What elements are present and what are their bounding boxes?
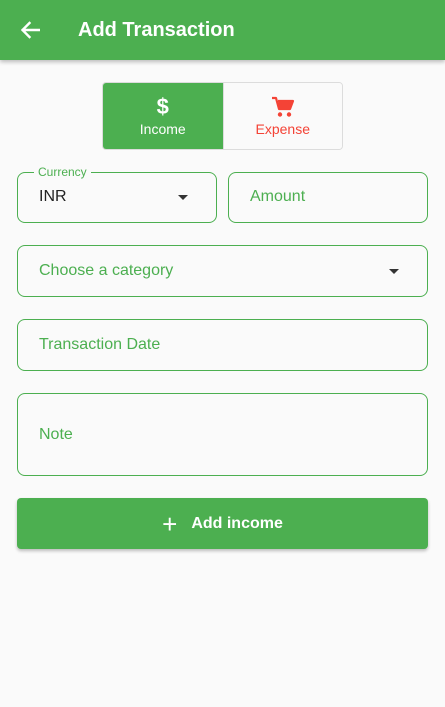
currency-value: INR: [39, 188, 67, 205]
amount-field[interactable]: Amount: [228, 172, 428, 223]
dollar-icon: $: [156, 94, 169, 119]
app-bar: Add Transaction: [0, 0, 445, 60]
currency-label: Currency: [34, 164, 91, 180]
expense-label: Expense: [255, 121, 310, 137]
income-option[interactable]: $ Income: [103, 83, 223, 149]
add-income-button[interactable]: + Add income: [17, 498, 428, 549]
chevron-down-icon: [178, 195, 188, 200]
currency-dropdown[interactable]: Currency INR: [17, 164, 217, 223]
arrow-left-icon: [20, 21, 40, 39]
transaction-date-placeholder: Transaction Date: [39, 336, 161, 353]
income-label: Income: [139, 121, 186, 137]
transaction-type-toggle: $ Income Expense: [102, 82, 343, 150]
note-placeholder: Note: [39, 426, 73, 443]
category-dropdown[interactable]: Choose a category: [17, 245, 428, 297]
category-placeholder: Choose a category: [39, 262, 174, 279]
transaction-date-field[interactable]: Transaction Date: [17, 319, 428, 371]
add-transaction-screen: Add Transaction $ Income Expense Currenc…: [0, 0, 445, 707]
page-title: Add Transaction: [78, 19, 235, 41]
chevron-down-icon: [389, 269, 399, 274]
add-income-label: Add income: [191, 514, 283, 532]
plus-icon: +: [162, 508, 178, 539]
expense-option[interactable]: Expense: [222, 83, 342, 149]
note-field[interactable]: Note: [17, 393, 428, 476]
back-button[interactable]: [12, 12, 48, 48]
cart-icon: [271, 96, 294, 117]
amount-placeholder: Amount: [250, 188, 306, 205]
